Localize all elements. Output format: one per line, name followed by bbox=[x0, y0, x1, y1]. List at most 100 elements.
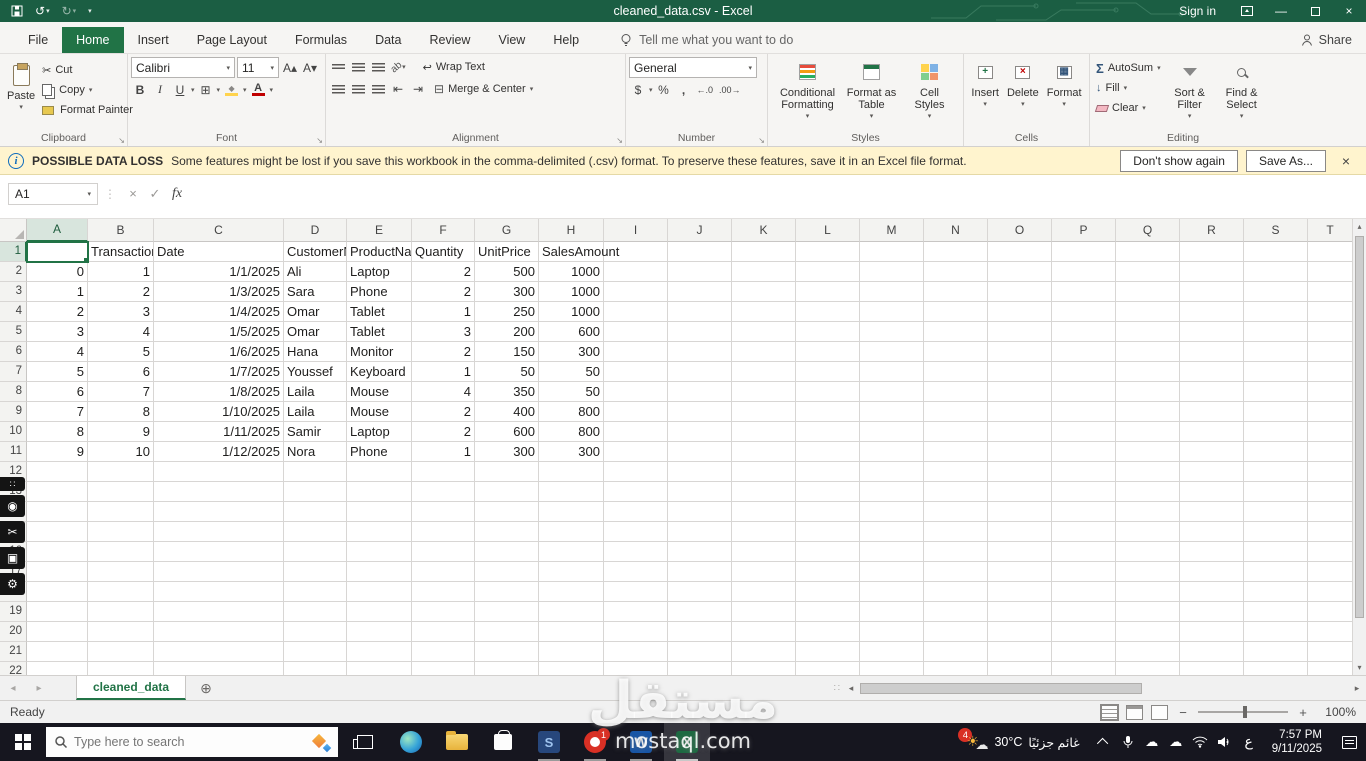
cell-S18[interactable] bbox=[1244, 582, 1308, 602]
cell-O5[interactable] bbox=[988, 322, 1052, 342]
cell-G10[interactable]: 600 bbox=[475, 422, 539, 442]
cell-J5[interactable] bbox=[668, 322, 732, 342]
cell-J7[interactable] bbox=[668, 362, 732, 382]
cell-O16[interactable] bbox=[988, 542, 1052, 562]
cell-N18[interactable] bbox=[924, 582, 988, 602]
cell-P11[interactable] bbox=[1052, 442, 1116, 462]
cell-G19[interactable] bbox=[475, 602, 539, 622]
cell-K21[interactable] bbox=[732, 642, 796, 662]
cell-M18[interactable] bbox=[860, 582, 924, 602]
cell-I5[interactable] bbox=[604, 322, 668, 342]
cell-O8[interactable] bbox=[988, 382, 1052, 402]
cell-S10[interactable] bbox=[1244, 422, 1308, 442]
cell-R19[interactable] bbox=[1180, 602, 1244, 622]
cell-M1[interactable] bbox=[860, 242, 924, 262]
cell-D14[interactable] bbox=[284, 502, 347, 522]
cell-O7[interactable] bbox=[988, 362, 1052, 382]
cell-A18[interactable] bbox=[27, 582, 88, 602]
cell-T8[interactable] bbox=[1308, 382, 1352, 402]
share-button[interactable]: Share bbox=[1300, 27, 1352, 53]
vertical-scrollbar[interactable]: ▴ ▾ bbox=[1352, 219, 1366, 675]
cell-F13[interactable] bbox=[412, 482, 475, 502]
cell-C16[interactable] bbox=[154, 542, 284, 562]
cell-T21[interactable] bbox=[1308, 642, 1352, 662]
cell-I19[interactable] bbox=[604, 602, 668, 622]
cell-N20[interactable] bbox=[924, 622, 988, 642]
column-header-S[interactable]: S bbox=[1244, 219, 1308, 242]
cell-K4[interactable] bbox=[732, 302, 796, 322]
cell-K12[interactable] bbox=[732, 462, 796, 482]
sign-in-button[interactable]: Sign in bbox=[1165, 4, 1230, 18]
cell-M11[interactable] bbox=[860, 442, 924, 462]
cell-C14[interactable] bbox=[154, 502, 284, 522]
cell-E15[interactable] bbox=[347, 522, 412, 542]
cell-A5[interactable]: 3 bbox=[27, 322, 88, 342]
cell-D21[interactable] bbox=[284, 642, 347, 662]
language-indicator[interactable]: ع bbox=[1236, 734, 1262, 750]
cell-S16[interactable] bbox=[1244, 542, 1308, 562]
cell-L19[interactable] bbox=[796, 602, 860, 622]
cell-C12[interactable] bbox=[154, 462, 284, 482]
cell-S13[interactable] bbox=[1244, 482, 1308, 502]
minimize-button[interactable]: — bbox=[1264, 0, 1298, 22]
number-format-select[interactable]: General ▾ bbox=[629, 57, 757, 78]
cell-A9[interactable]: 7 bbox=[27, 402, 88, 422]
cell-G2[interactable]: 500 bbox=[475, 262, 539, 282]
cell-S14[interactable] bbox=[1244, 502, 1308, 522]
increase-indent-button[interactable]: ⇥ bbox=[409, 80, 427, 99]
cell-R9[interactable] bbox=[1180, 402, 1244, 422]
column-header-F[interactable]: F bbox=[412, 219, 475, 242]
cell-H8[interactable]: 50 bbox=[539, 382, 604, 402]
cell-D18[interactable] bbox=[284, 582, 347, 602]
fill-button[interactable]: ↓ Fill ▾ bbox=[1093, 78, 1164, 98]
cell-O6[interactable] bbox=[988, 342, 1052, 362]
alignment-dialog-launcher[interactable]: ↘ bbox=[616, 136, 623, 145]
word-button[interactable]: W bbox=[618, 723, 664, 761]
cell-C13[interactable] bbox=[154, 482, 284, 502]
font-size-select[interactable]: 11 ▾ bbox=[237, 57, 279, 78]
cell-M9[interactable] bbox=[860, 402, 924, 422]
cell-K10[interactable] bbox=[732, 422, 796, 442]
column-header-G[interactable]: G bbox=[475, 219, 539, 242]
zoom-slider[interactable] bbox=[1198, 706, 1288, 718]
cell-I14[interactable] bbox=[604, 502, 668, 522]
clipboard-dialog-launcher[interactable]: ↘ bbox=[118, 136, 125, 145]
tray-expand-button[interactable] bbox=[1092, 723, 1116, 761]
underline-button[interactable]: U bbox=[171, 80, 189, 99]
blue-app-button[interactable]: S bbox=[526, 723, 572, 761]
cell-K2[interactable] bbox=[732, 262, 796, 282]
cell-N6[interactable] bbox=[924, 342, 988, 362]
cell-K7[interactable] bbox=[732, 362, 796, 382]
cell-H17[interactable] bbox=[539, 562, 604, 582]
cell-A8[interactable]: 6 bbox=[27, 382, 88, 402]
cell-P4[interactable] bbox=[1052, 302, 1116, 322]
cell-O4[interactable] bbox=[988, 302, 1052, 322]
cell-P5[interactable] bbox=[1052, 322, 1116, 342]
cell-E14[interactable] bbox=[347, 502, 412, 522]
cell-S7[interactable] bbox=[1244, 362, 1308, 382]
cell-N1[interactable] bbox=[924, 242, 988, 262]
cell-M6[interactable] bbox=[860, 342, 924, 362]
cell-B13[interactable] bbox=[88, 482, 154, 502]
cell-I20[interactable] bbox=[604, 622, 668, 642]
cell-C19[interactable] bbox=[154, 602, 284, 622]
cell-O17[interactable] bbox=[988, 562, 1052, 582]
format-as-table-button[interactable]: Format as Table ▾ bbox=[841, 56, 903, 123]
cell-L17[interactable] bbox=[796, 562, 860, 582]
page-layout-view-button[interactable] bbox=[1126, 704, 1143, 720]
cell-A14[interactable] bbox=[27, 502, 88, 522]
autosum-button[interactable]: Σ AutoSum ▾ bbox=[1093, 58, 1164, 78]
cell-R8[interactable] bbox=[1180, 382, 1244, 402]
cell-T13[interactable] bbox=[1308, 482, 1352, 502]
cell-G7[interactable]: 50 bbox=[475, 362, 539, 382]
cell-I3[interactable] bbox=[604, 282, 668, 302]
cell-A21[interactable] bbox=[27, 642, 88, 662]
cell-D5[interactable]: Omar bbox=[284, 322, 347, 342]
align-middle-button[interactable] bbox=[349, 58, 367, 77]
cell-N3[interactable] bbox=[924, 282, 988, 302]
cell-R13[interactable] bbox=[1180, 482, 1244, 502]
cell-J9[interactable] bbox=[668, 402, 732, 422]
cell-D16[interactable] bbox=[284, 542, 347, 562]
cell-T6[interactable] bbox=[1308, 342, 1352, 362]
cell-E5[interactable]: Tablet bbox=[347, 322, 412, 342]
